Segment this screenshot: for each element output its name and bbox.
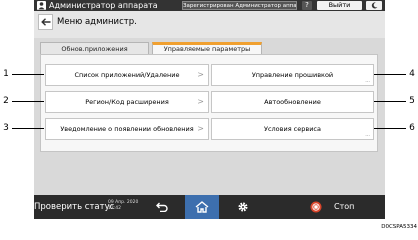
callout-3: 3: [3, 123, 9, 133]
callout-leader-3: [12, 128, 44, 129]
date-time: 09 Апр. 2020 12:42: [108, 200, 138, 212]
callout-2: 2: [3, 96, 9, 106]
energy-saver-button[interactable]: [366, 1, 382, 10]
more-icon: ...: [365, 132, 370, 138]
callout-leader-5: [374, 101, 406, 102]
check-status-button[interactable]: Проверить статус: [34, 195, 114, 219]
callout-4: 4: [409, 69, 415, 79]
arrow-left-icon: [41, 18, 51, 26]
region-code-button[interactable]: Регион/Код расширения >: [45, 91, 209, 113]
status-bar: Проверить статус 09 Апр. 2020 12:42 Стоп: [34, 195, 385, 219]
update-notification-label: Уведомление о появлении обновления: [60, 125, 194, 133]
chevron-right-icon: >: [197, 70, 204, 79]
update-notification-button[interactable]: Уведомление о появлении обновления >: [45, 118, 209, 140]
settings-button[interactable]: [227, 195, 259, 219]
back-button[interactable]: [38, 14, 53, 30]
device-screen: Администратор аппарата Зарегистрирован А…: [34, 0, 385, 219]
return-icon: [156, 202, 168, 212]
callout-6: 6: [409, 123, 415, 133]
region-code-label: Регион/Код расширения: [85, 98, 169, 106]
more-icon: ...: [365, 78, 370, 84]
login-status-field: Зарегистрирован Администратор аппарат: [182, 1, 297, 10]
figure-id: D0CSPA5334: [381, 224, 417, 230]
callout-leader-4: [374, 74, 406, 75]
callout-leader-2: [12, 101, 44, 102]
stop-icon: [310, 201, 322, 213]
tab-app-updates[interactable]: Обнов.приложения: [40, 42, 149, 54]
auto-update-button[interactable]: Автообновление: [211, 91, 374, 113]
firmware-management-button[interactable]: Управление прошивкой ...: [211, 64, 374, 86]
callout-5: 5: [409, 96, 415, 106]
time-text: 12:42: [108, 206, 121, 211]
header-bar: Меню администр.: [34, 11, 385, 38]
settings-panel: Список приложений/Удаление > Регион/Код …: [40, 54, 378, 152]
app-list-delete-label: Список приложений/Удаление: [74, 71, 180, 79]
return-button[interactable]: [146, 195, 178, 219]
terms-of-service-label: Условия сервиса: [263, 125, 321, 133]
logout-button[interactable]: Выйти: [317, 1, 362, 10]
moon-icon: [371, 2, 378, 9]
page-title: Меню администр.: [57, 17, 137, 27]
chevron-right-icon: >: [197, 124, 204, 133]
auto-update-label: Автообновление: [264, 98, 321, 106]
gear-icon: [238, 202, 248, 212]
app-title: Администратор аппарата: [49, 1, 158, 10]
help-button[interactable]: ?: [302, 1, 312, 10]
terms-of-service-button[interactable]: Условия сервиса ...: [211, 118, 374, 140]
callout-leader-1: [12, 74, 44, 75]
person-icon: [37, 1, 46, 10]
home-icon: [195, 201, 209, 213]
home-button[interactable]: [185, 195, 219, 219]
callout-leader-6: [374, 128, 406, 129]
stop-label[interactable]: Стоп: [334, 195, 354, 219]
callout-1: 1: [3, 69, 9, 79]
tab-managed-settings[interactable]: Управляемые параметры: [152, 42, 262, 54]
stop-button[interactable]: [304, 195, 328, 219]
chevron-right-icon: >: [197, 97, 204, 106]
firmware-management-label: Управление прошивкой: [251, 71, 334, 79]
title-bar: Администратор аппарата Зарегистрирован А…: [34, 0, 385, 11]
app-list-delete-button[interactable]: Список приложений/Удаление >: [45, 64, 209, 86]
